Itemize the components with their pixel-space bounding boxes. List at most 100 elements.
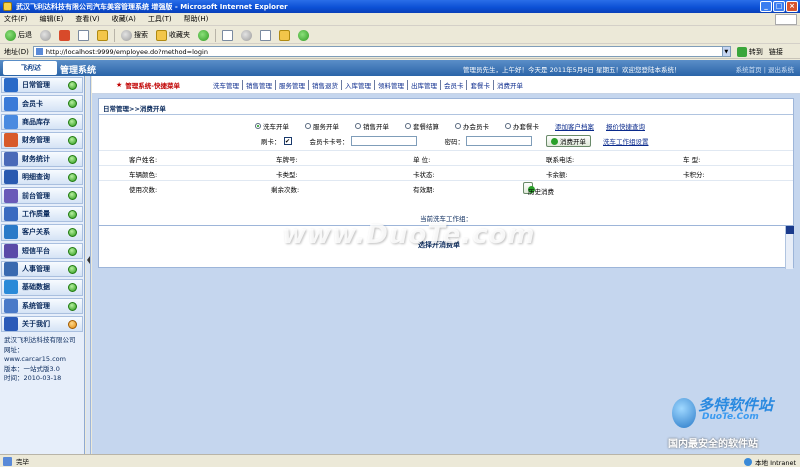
back-button[interactable]: 后退 [3,28,34,42]
go-button[interactable]: 转到 [736,46,763,57]
bill-type-radio[interactable]: 销售开单 [355,121,389,131]
bill-type-radio[interactable]: 套餐结算 [405,121,439,131]
washer-group-setting-link[interactable]: 洗车工作组设置 [603,136,649,146]
print-button[interactable] [239,28,254,42]
menu-favorites[interactable]: 收藏(A) [112,14,136,24]
favorites-button[interactable]: 收藏夹 [154,28,192,42]
menu-edit[interactable]: 编辑(E) [40,14,64,24]
sidebar-item-label: 商品库存 [22,117,50,126]
consume-button[interactable]: 消费开单 [546,135,591,147]
links-button[interactable]: 链接 [769,47,783,57]
sidebar-splitter[interactable] [86,76,91,454]
menu-tools[interactable]: 工具(T) [148,14,172,24]
quick-menu-link[interactable]: 消费开单 [494,80,526,90]
radio-button[interactable] [505,123,511,129]
sidebar: 日常管理 会员卡商品库存财务管理财务统计 明细查询前台管理工作质量 客户关系短信平台人… [0,76,85,454]
forward-button[interactable] [38,28,53,42]
home-button[interactable] [95,28,110,42]
sidebar-item-label: 前台管理 [22,191,50,200]
card-checkbox[interactable]: ✔ [283,137,292,145]
sidebar-item-label: 财务管理 [22,136,50,145]
quick-menu-link[interactable]: 领料管理 [375,79,408,90]
card-type-label: 卡类型: [276,171,298,179]
refresh-button[interactable] [76,28,91,42]
sidebar-item[interactable]: 前台管理 [1,187,83,204]
sidebar-item[interactable]: 人事管理 [1,260,83,278]
folder-button[interactable] [277,28,292,42]
app-header: 飞利达 管理系统 管理员先生，上午好！今天是 2011年5月6日 星期五！欢迎您… [0,60,800,76]
sidebar-item[interactable]: 短信平台 [1,242,83,259]
address-input[interactable]: http://localhost:9999/employee.do?method… [32,46,723,57]
stop-button[interactable] [57,28,72,42]
edit-button[interactable] [258,28,273,42]
ie-icon [3,2,12,11]
close-button[interactable]: × [786,1,798,12]
quick-menu-link[interactable]: 洗车管理 [210,79,243,90]
sidebar-item-label: 短信平台 [22,246,50,255]
quick-menu-link[interactable]: 出库管理 [408,79,441,90]
quick-menu-link[interactable]: 销售退货 [309,79,342,90]
sidebar-item[interactable]: 明细查询 [1,168,83,186]
collapse-arrow-icon[interactable] [87,256,90,264]
quick-menu-link[interactable]: 会员卡 [441,79,468,90]
status-dot-icon [68,99,77,109]
quote-query-link[interactable]: 报价快捷查询 [606,121,645,131]
back-arrow-icon [5,29,16,41]
star-icon: ★ [116,80,123,89]
search-button[interactable]: 搜索 [119,28,150,42]
status-dot-icon [68,136,77,146]
sidebar-item[interactable]: 工作质量 [1,205,83,223]
messenger-button[interactable] [296,28,311,42]
member-no-label: 会员卡卡号： [309,138,349,146]
address-dropdown[interactable]: ▼ [721,46,731,57]
status-dot-icon [68,246,77,256]
maximize-button[interactable]: □ [773,1,785,12]
site-url[interactable]: www.carcar15.com [4,355,80,365]
history-button[interactable] [196,28,211,42]
menu-view[interactable]: 查看(V) [75,14,99,24]
customer-name-label: 客户姓名: [129,156,158,164]
sidebar-item[interactable]: 基础数据 [1,279,83,296]
quick-menu-link[interactable]: 销售管理 [243,79,276,90]
vertical-scrollbar[interactable] [785,226,794,269]
sidebar-item[interactable]: 财务统计 [1,150,83,167]
quick-menu-link[interactable]: 套餐卡 [467,79,494,90]
card-row: 刷卡： ✔ 会员卡卡号： 密码： 消费开单 洗车工作组设置 [261,135,661,147]
mail-button[interactable] [220,28,235,42]
radio-button[interactable] [305,123,311,129]
zone-label: 本地 Intranet [755,459,796,467]
radio-button[interactable] [255,123,261,129]
watermark-text: www.DuoTe.com [282,220,536,250]
add-customer-link[interactable]: 添加客户档案 [555,121,594,131]
sidebar-item[interactable]: 关于我们 [1,316,83,333]
address-bar: 地址(D) http://localhost:9999/employee.do?… [0,45,800,59]
radio-button[interactable] [405,123,411,129]
bill-type-radio[interactable]: 办套餐卡 [505,121,539,131]
radio-button[interactable] [455,123,461,129]
card-label: 刷卡： [261,138,281,146]
sidebar-item[interactable]: 商品库存 [1,113,83,131]
sidebar-item[interactable]: 会员卡 [1,95,83,112]
member-no-input[interactable] [350,136,417,146]
history-consume-button[interactable]: 历史消费 [523,182,554,196]
menu-icon [4,170,18,185]
quick-menu-link[interactable]: 服务管理 [276,79,309,90]
radio-button[interactable] [355,123,361,129]
menu-file[interactable]: 文件(F) [4,14,28,24]
header-links[interactable]: 系统首页 | 退出系统 [736,64,794,74]
radio-label: 办会员卡 [463,123,489,131]
minimize-button[interactable]: _ [760,1,772,12]
menu-help[interactable]: 帮助(H) [184,14,209,24]
quick-menu-link[interactable]: 入库管理 [342,79,375,90]
password-label: 密码： [444,138,465,146]
sidebar-item[interactable]: 系统管理 [1,297,83,315]
sidebar-item[interactable]: 财务管理 [1,132,83,149]
password-input[interactable] [466,136,532,146]
sidebar-item[interactable]: 客户关系 [1,224,83,241]
bill-type-radio[interactable]: 服务开单 [305,121,339,131]
sidebar-item[interactable]: 日常管理 [1,77,83,94]
scroll-up-icon[interactable] [786,226,794,234]
bill-type-radio[interactable]: 洗车开单 [255,121,289,131]
bill-type-radio[interactable]: 办会员卡 [455,121,489,131]
phone-label: 联系电话: [546,156,575,164]
